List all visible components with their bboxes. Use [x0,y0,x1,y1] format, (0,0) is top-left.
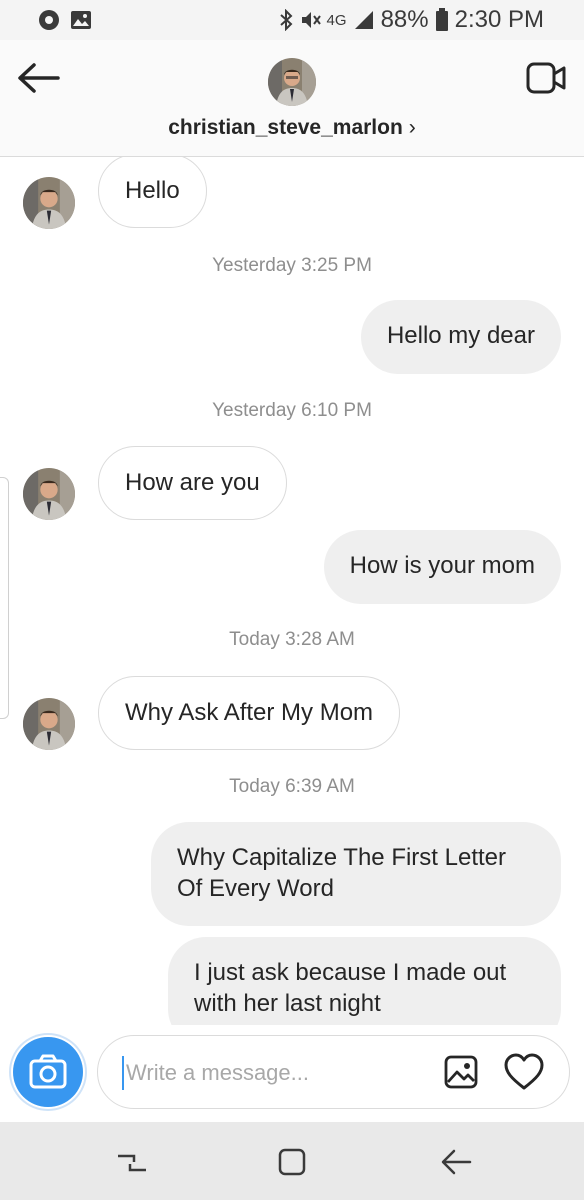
message-input[interactable] [122,1056,428,1090]
message-thread[interactable]: Hello Yesterday 3:25 PM Hello my dear Ye… [0,157,584,1025]
image-icon [71,11,91,29]
clock: 2:30 PM [454,6,544,33]
header-avatar[interactable] [268,58,316,106]
heart-icon [504,1053,544,1090]
message-text: Why Ask After My Mom [125,699,374,726]
gallery-icon [444,1055,478,1089]
camera-icon [29,1054,67,1089]
timestamp: Yesterday 6:10 PM [212,400,372,421]
network-label: 4G [326,11,347,29]
outgoing-message[interactable]: How is your mom [323,530,561,604]
sender-avatar[interactable] [23,177,75,229]
video-call-button[interactable] [526,60,568,96]
timestamp: Yesterday 3:25 PM [212,255,372,276]
recent-apps-icon [118,1154,146,1172]
timestamp: Today 6:39 AM [229,776,355,797]
incoming-message[interactable]: Hello [98,157,207,228]
username-label: christian_steve_marlon [168,116,403,139]
battery-icon [435,8,448,31]
battery-percent: 88% [380,6,429,33]
contact-username[interactable]: christian_steve_marlon › [0,116,584,140]
scroll-handle[interactable] [0,477,9,719]
message-text: Why Capitalize The First Letter Of Every… [177,844,507,902]
like-button[interactable] [503,1053,545,1091]
message-text: Hello [125,177,180,204]
bluetooth-icon [279,9,292,31]
chevron-right-icon: › [408,116,416,139]
incoming-message[interactable]: Why Ask After My Mom [98,676,401,750]
message-input-container[interactable] [97,1035,570,1109]
system-back-button[interactable] [436,1142,476,1182]
message-text: Hello my dear [386,322,535,349]
recent-apps-button[interactable] [112,1142,152,1182]
message-text: How is your mom [349,552,535,579]
message-text: How are you [125,469,260,496]
chat-header: christian_steve_marlon › [0,40,584,157]
mute-icon [301,12,321,28]
sender-avatar[interactable] [23,698,75,750]
timestamp: Today 3:28 AM [229,629,355,650]
status-bar: 4G 88% 2:30 PM [0,0,584,40]
outgoing-message[interactable]: Why Capitalize The First Letter Of Every… [151,822,561,926]
camera-button[interactable] [13,1037,83,1107]
sender-avatar[interactable] [23,468,75,520]
back-icon [441,1149,472,1175]
signal-icon [354,11,373,29]
system-navigation-bar [0,1122,584,1200]
outgoing-message[interactable]: I just ask because I made out with her l… [168,937,561,1025]
gallery-button[interactable] [443,1054,479,1090]
home-icon [278,1148,306,1176]
notification-dot-icon [39,10,59,30]
message-text: I just ask because I made out with her l… [194,959,507,1017]
message-composer [0,1025,584,1122]
back-button[interactable] [16,62,62,94]
back-arrow-icon [18,63,60,93]
incoming-message[interactable]: How are you [98,446,287,520]
video-camera-icon [526,62,566,94]
outgoing-message[interactable]: Hello my dear [360,300,561,374]
home-button[interactable] [272,1142,312,1182]
